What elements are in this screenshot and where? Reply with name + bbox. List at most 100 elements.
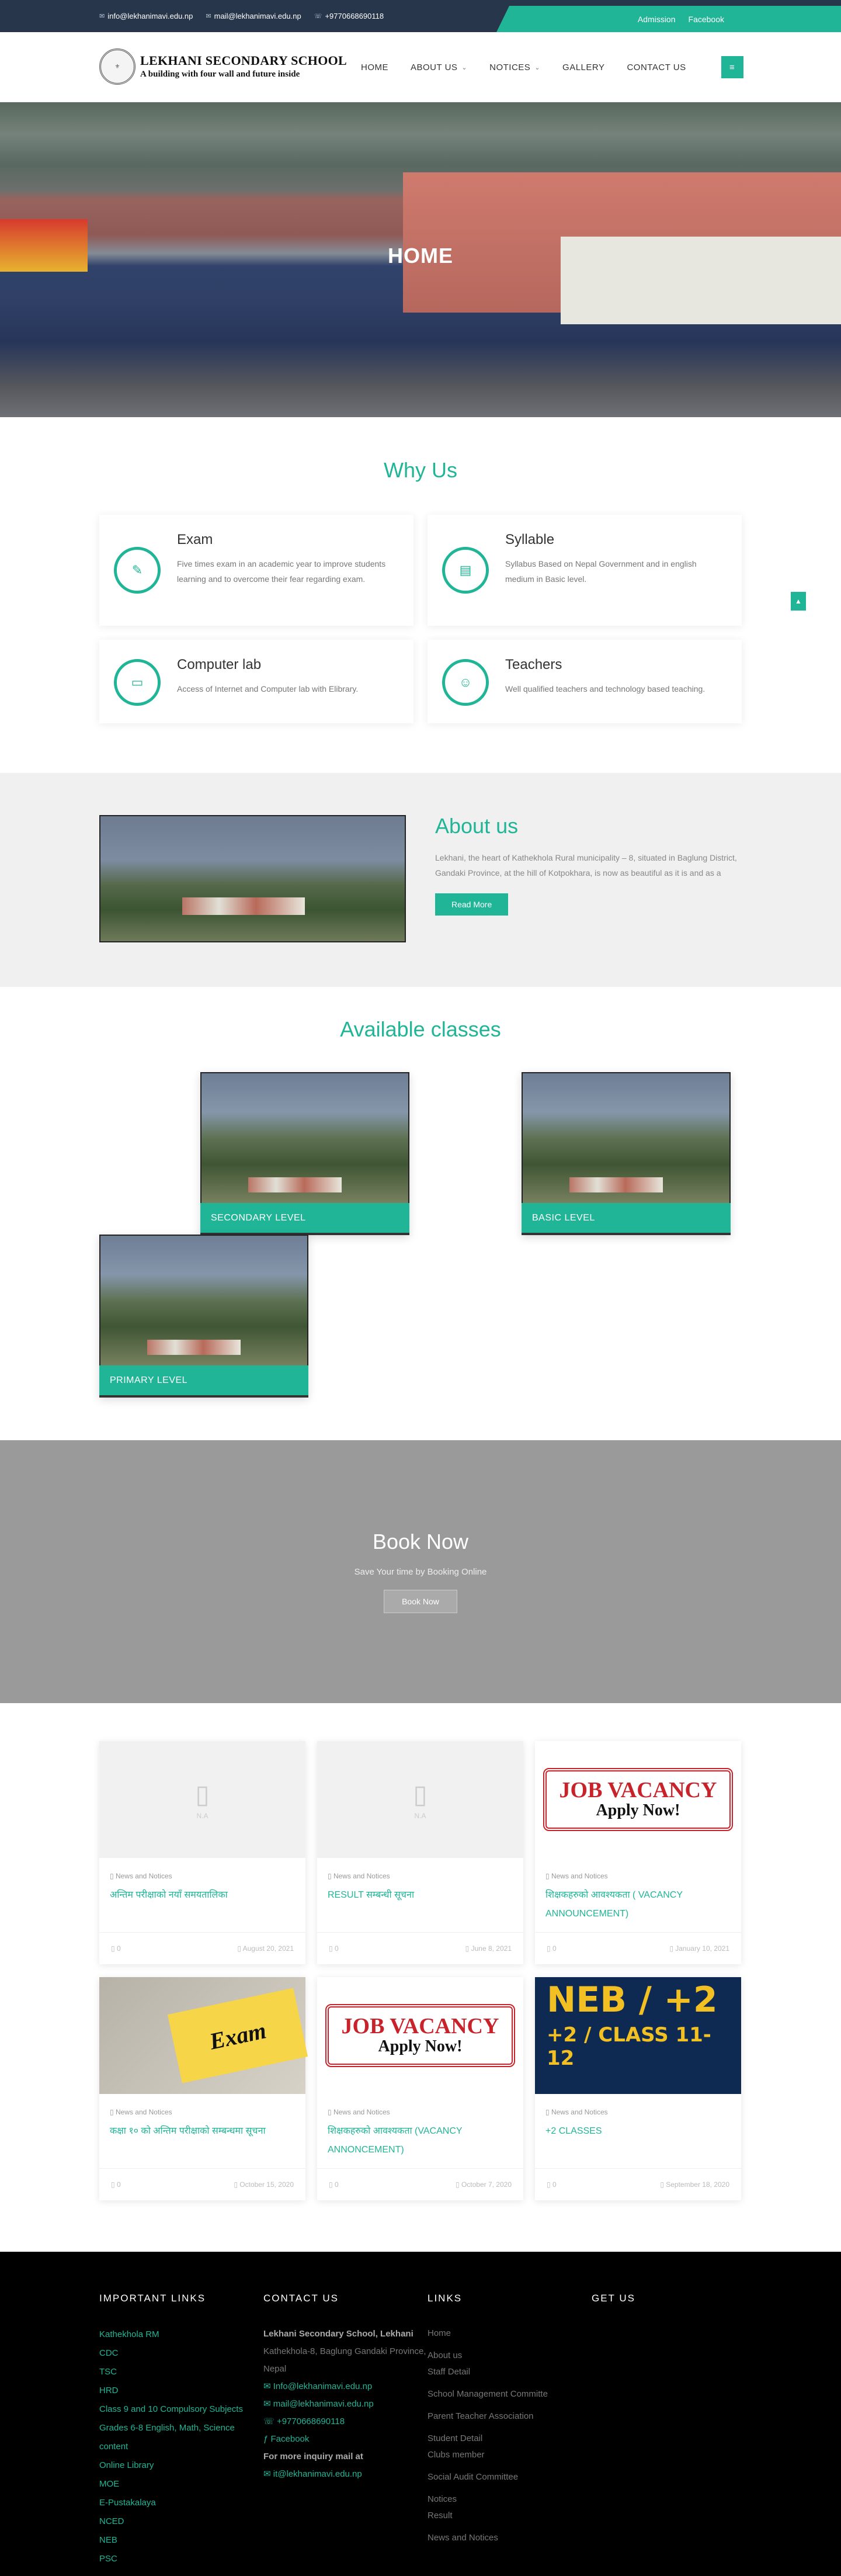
category-text[interactable]: News and Notices bbox=[551, 1872, 608, 1880]
facebook-link[interactable]: Facebook bbox=[689, 15, 724, 24]
top-phone[interactable]: ☏ +9770668690118 bbox=[314, 12, 384, 20]
news-category[interactable]: ▯ News and Notices bbox=[317, 1872, 523, 1880]
news-card[interactable]: ▯ N.A ▯ News and Notices अन्तिम परीक्षाको… bbox=[99, 1741, 305, 1964]
contact-email-2-text[interactable]: mail@lekhanimavi.edu.np bbox=[273, 2399, 374, 2409]
news-category[interactable]: ▯ News and Notices bbox=[535, 2108, 741, 2116]
contact-facebook-text[interactable]: Facebook bbox=[271, 2434, 310, 2444]
top-email-1[interactable]: ✉ info@lekhanimavi.edu.np bbox=[99, 12, 193, 20]
neb-line-1: NEB / +2 bbox=[547, 1979, 718, 2020]
footer-link[interactable]: Grades 6-8 English, Math, Science conten… bbox=[99, 2419, 263, 2456]
contact-email-1-text[interactable]: Info@lekhanimavi.edu.np bbox=[273, 2381, 373, 2391]
footer-nav-link[interactable]: News and Notices bbox=[428, 2530, 592, 2546]
phone-icon: ☏ bbox=[314, 13, 322, 20]
contact-facebook[interactable]: ƒ Facebook bbox=[263, 2431, 428, 2448]
footer-link[interactable]: MOE bbox=[99, 2475, 263, 2494]
menu-toggle-button[interactable]: ≡ bbox=[721, 56, 743, 78]
contact-phone[interactable]: ☏ +9770668690118 bbox=[263, 2413, 428, 2431]
why-us-grid: ✎ Exam Five times exam in an academic yea… bbox=[99, 515, 742, 723]
footer-heading: GET US bbox=[592, 2293, 635, 2304]
class-label[interactable]: BASIC LEVEL bbox=[522, 1203, 731, 1235]
why-card-teachers: ☺ Teachers Well qualified teachers and te… bbox=[428, 640, 742, 723]
footer-links: LINKS Home About us Staff Detail School … bbox=[428, 2293, 592, 2568]
top-email-2[interactable]: ✉ mail@lekhanimavi.edu.np bbox=[206, 12, 301, 20]
footer-link[interactable]: Class 9 and 10 Compulsory Subjects bbox=[99, 2400, 263, 2419]
scroll-top-button[interactable]: ▲ bbox=[791, 592, 806, 611]
news-card[interactable]: Exam ▯ News and Notices कक्षा १० को अन्त… bbox=[99, 1977, 308, 2200]
news-title[interactable]: RESULT सम्बन्धी सूचना bbox=[317, 1886, 523, 1905]
why-us-section: Why Us ✎ Exam Five times exam in an acade… bbox=[0, 417, 841, 773]
class-card-basic[interactable]: BASIC LEVEL bbox=[522, 1072, 731, 1235]
inquiry-email-text[interactable]: it@lekhanimavi.edu.np bbox=[273, 2469, 362, 2479]
news-category[interactable]: ▯ News and Notices bbox=[317, 2108, 523, 2116]
news-title[interactable]: शिक्षकहरुको आवश्यकता (VACANCY ANNONCEMEN… bbox=[317, 2122, 523, 2159]
footer-link[interactable]: Kathekhola RM bbox=[99, 2325, 263, 2344]
news-meta: ▯ 0 ▯ June 8, 2021 bbox=[317, 1932, 523, 1964]
class-label[interactable]: SECONDARY LEVEL bbox=[200, 1203, 409, 1235]
comment-count-value: 0 bbox=[116, 1944, 121, 1953]
nav-gallery[interactable]: GALLERY bbox=[562, 63, 604, 72]
news-title[interactable]: कक्षा १० को अन्तिम परीक्षाको सम्बन्धमा स… bbox=[99, 2122, 305, 2141]
footer-link[interactable]: NCED bbox=[99, 2512, 263, 2531]
vacancy-thumbnail: JOB VACANCY Apply Now! bbox=[535, 1741, 741, 1858]
book-now-button[interactable]: Book Now bbox=[384, 1590, 457, 1613]
photo-building bbox=[248, 1177, 342, 1192]
footer-nav-link[interactable]: Notices bbox=[428, 2491, 592, 2508]
footer-nav-link[interactable]: School Management Committe bbox=[428, 2386, 592, 2402]
contact-email-2[interactable]: ✉ mail@lekhanimavi.edu.np bbox=[263, 2395, 428, 2413]
footer-link[interactable]: CDC bbox=[99, 2344, 263, 2363]
nav-home[interactable]: HOME bbox=[361, 63, 388, 72]
nav-notices[interactable]: NOTICES ⌄ bbox=[489, 63, 540, 72]
class-card-secondary[interactable]: SECONDARY LEVEL bbox=[200, 1072, 409, 1235]
links-list: Home About us Staff Detail School Manage… bbox=[428, 2325, 592, 2546]
news-category[interactable]: ▯ News and Notices bbox=[99, 2108, 305, 2116]
news-card[interactable]: ▯ N.A ▯ News and Notices RESULT सम्बन्धी … bbox=[317, 1741, 523, 1964]
class-card-primary[interactable]: PRIMARY LEVEL bbox=[99, 1235, 308, 1398]
news-date: ▯ October 15, 2020 bbox=[234, 2180, 294, 2189]
news-grid: ▯ N.A ▯ News and Notices अन्तिम परीक्षाको… bbox=[99, 1741, 742, 2200]
admission-link[interactable]: Admission bbox=[638, 15, 676, 24]
footer-nav-link[interactable]: Parent Teacher Association bbox=[428, 2408, 592, 2425]
footer-nav-link[interactable]: About us bbox=[428, 2348, 592, 2364]
footer-nav-link[interactable]: Student Detail bbox=[428, 2431, 592, 2447]
read-more-button[interactable]: Read More bbox=[435, 893, 509, 916]
footer-link[interactable]: NEB bbox=[99, 2531, 263, 2550]
nav-about-us[interactable]: ABOUT US ⌄ bbox=[411, 63, 467, 72]
news-title[interactable]: अन्तिम परीक्षाको नयाँ समयतालिका bbox=[99, 1886, 305, 1905]
menu-icon: ≡ bbox=[729, 62, 735, 72]
footer-nav-link[interactable]: Staff Detail bbox=[428, 2364, 592, 2380]
site-logo[interactable]: ⚜ LEKHANI SECONDARY SCHOOL A building wi… bbox=[99, 48, 347, 85]
news-card[interactable]: NEB / +2 +2 / CLASS 11-12 ▯ News and Noti… bbox=[535, 1977, 741, 2200]
news-card[interactable]: JOB VACANCY Apply Now! ▯ News and Notices… bbox=[535, 1741, 741, 1964]
contact-email-1[interactable]: ✉ Info@lekhanimavi.edu.np bbox=[263, 2378, 428, 2395]
category-text[interactable]: News and Notices bbox=[551, 2108, 608, 2116]
contact-phone-text[interactable]: +9770668690118 bbox=[277, 2416, 345, 2426]
footer-important-links: IMPORTANT LINKS Kathekhola RM CDC TSC HR… bbox=[99, 2293, 263, 2568]
footer-link[interactable]: E-Pustakalaya bbox=[99, 2494, 263, 2512]
class-label[interactable]: PRIMARY LEVEL bbox=[99, 1365, 308, 1398]
news-category[interactable]: ▯ News and Notices bbox=[535, 1872, 741, 1880]
why-card-title: Exam bbox=[177, 532, 213, 547]
footer-link[interactable]: PSC bbox=[99, 2550, 263, 2568]
footer-columns: IMPORTANT LINKS Kathekhola RM CDC TSC HR… bbox=[99, 2293, 756, 2568]
category-text[interactable]: News and Notices bbox=[333, 2108, 390, 2116]
category-text[interactable]: News and Notices bbox=[333, 1872, 390, 1880]
footer-nav-link[interactable]: Home bbox=[428, 2325, 592, 2342]
about-school-photo bbox=[99, 815, 406, 942]
footer-link[interactable]: Online Library bbox=[99, 2456, 263, 2475]
news-title[interactable]: शिक्षकहरुको आवश्यकता ( VACANCY ANNOUNCEM… bbox=[535, 1886, 741, 1923]
nav-contact-us[interactable]: CONTACT US bbox=[627, 63, 686, 72]
footer-nav-link[interactable]: Social Audit Committee bbox=[428, 2469, 592, 2485]
footer-link[interactable]: TSC bbox=[99, 2363, 263, 2381]
category-text[interactable]: News and Notices bbox=[116, 1872, 172, 1880]
news-category[interactable]: ▯ News and Notices bbox=[99, 1872, 305, 1880]
inquiry-email[interactable]: ✉ it@lekhanimavi.edu.np bbox=[263, 2466, 428, 2483]
footer-nav-link[interactable]: Result bbox=[428, 2508, 592, 2524]
footer-nav-link[interactable]: Clubs member bbox=[428, 2447, 592, 2463]
news-meta: ▯ 0 ▯ October 7, 2020 bbox=[317, 2168, 523, 2200]
news-date: ▯ January 10, 2021 bbox=[669, 1944, 729, 1953]
vacancy-line-2: Apply Now! bbox=[596, 1801, 680, 1819]
category-text[interactable]: News and Notices bbox=[116, 2108, 172, 2116]
footer-link[interactable]: HRD bbox=[99, 2381, 263, 2400]
news-card[interactable]: JOB VACANCY Apply Now! ▯ News and Notices… bbox=[317, 1977, 523, 2200]
news-title[interactable]: +2 CLASSES bbox=[535, 2122, 741, 2141]
